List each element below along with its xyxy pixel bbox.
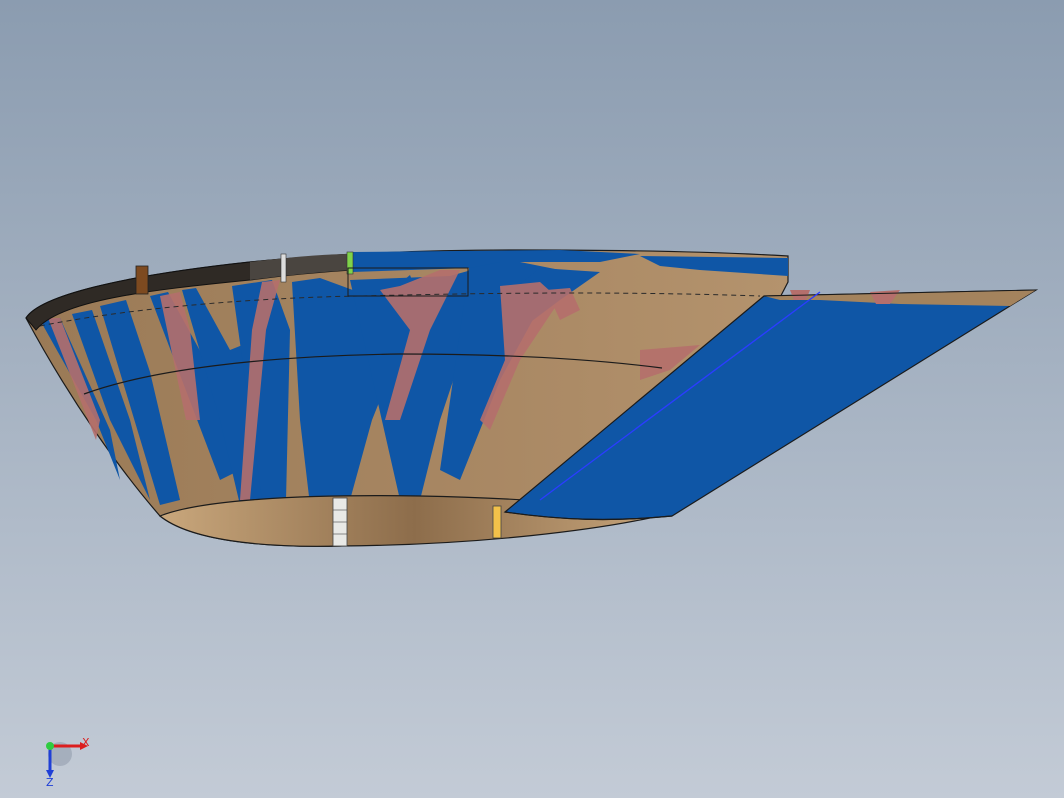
model-view[interactable]: X Z (0, 0, 1064, 798)
rim-tab-brown[interactable] (135, 265, 149, 295)
rib-segment-highlight[interactable] (492, 505, 502, 539)
triad-z-label: Z (46, 776, 54, 789)
triad-y-axis (46, 742, 54, 750)
triad-x-label: X (82, 736, 90, 749)
rim-tab-white[interactable] (280, 253, 287, 283)
graphics-viewport[interactable]: X Z (0, 0, 1064, 798)
